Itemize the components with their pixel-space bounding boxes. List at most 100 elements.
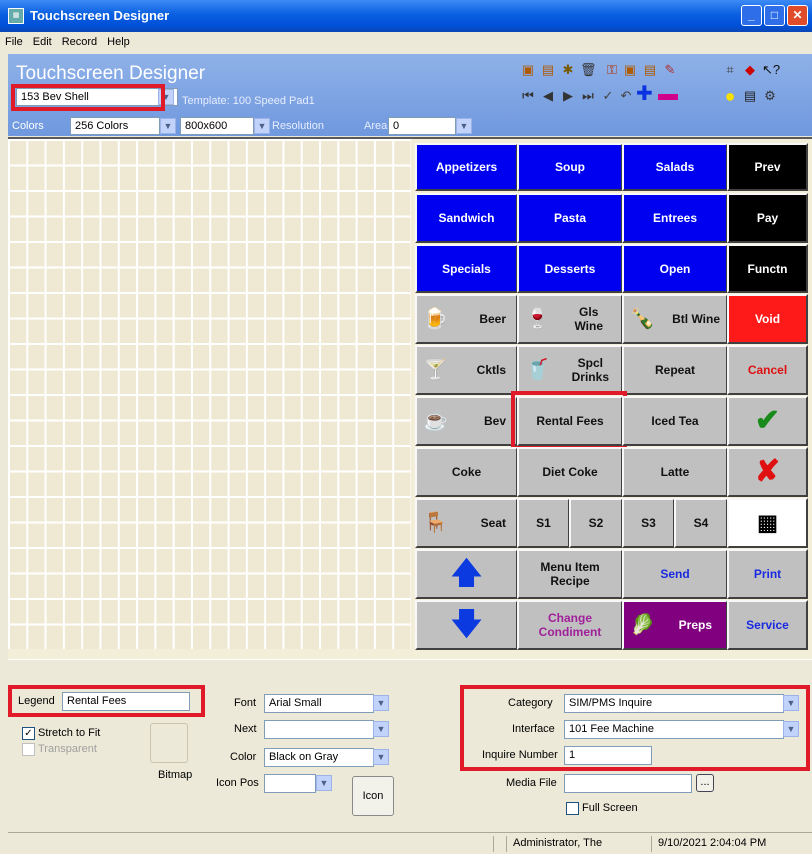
reject-button[interactable]: ✘ — [727, 447, 808, 497]
chevron-down-icon[interactable]: ▼ — [783, 695, 799, 711]
area-select[interactable]: 0 — [388, 117, 456, 135]
eraser-icon[interactable]: ✎ — [662, 62, 678, 78]
shell-select[interactable]: 153 Bev Shell — [16, 88, 178, 106]
first-record-icon[interactable]: ⏮ — [520, 88, 536, 104]
next-select[interactable] — [264, 720, 374, 739]
repeat-button[interactable]: Repeat — [622, 345, 728, 395]
scroll-down-button[interactable]: 🡇 — [415, 600, 518, 650]
appetizers-button[interactable]: Appetizers — [415, 143, 518, 191]
scroll-up-button[interactable]: 🡅 — [415, 549, 518, 599]
entrees-button[interactable]: Entrees — [622, 193, 728, 243]
diet-coke-button[interactable]: Diet Coke — [517, 447, 623, 497]
colors-select[interactable]: 256 Colors — [70, 117, 160, 135]
soup-button[interactable]: Soup — [517, 143, 623, 191]
eraser-tool-icon[interactable]: ◆ — [742, 62, 758, 78]
color-select[interactable]: Black on Gray — [264, 748, 374, 767]
cktls-button[interactable]: 🍸 Cktls — [415, 345, 518, 395]
resolution-select[interactable]: 800x600 — [180, 117, 254, 135]
chevron-down-icon[interactable]: ▼ — [158, 89, 174, 105]
gls-wine-button[interactable]: 🍷 Gls Wine — [517, 294, 623, 344]
preps-button[interactable]: 🥬 Preps — [622, 600, 728, 650]
sandwich-button[interactable]: Sandwich — [415, 193, 518, 243]
chevron-down-icon[interactable]: ▼ — [456, 118, 472, 134]
form-icon[interactable]: ▤ — [742, 88, 758, 104]
send-button[interactable]: Send — [622, 549, 728, 599]
chevron-down-icon[interactable]: ▼ — [160, 118, 176, 134]
copy-icon[interactable]: ▣ — [520, 62, 536, 78]
close-button[interactable]: ✕ — [787, 5, 808, 26]
s3-button[interactable]: S3 — [622, 498, 675, 548]
paste-screen-icon[interactable]: ▤ — [642, 62, 658, 78]
stretch-checkbox[interactable]: ✓ — [22, 727, 35, 740]
latte-button[interactable]: Latte — [622, 447, 728, 497]
legend-input[interactable]: Rental Fees — [62, 692, 190, 711]
s4-button[interactable]: S4 — [674, 498, 728, 548]
bev-button[interactable]: ☕ Bev — [415, 396, 518, 446]
settings-icon[interactable]: ⚙ — [762, 88, 778, 104]
void-button[interactable]: Void — [727, 294, 808, 344]
fullscreen-checkbox[interactable] — [566, 802, 579, 815]
open-button[interactable]: Open — [622, 244, 728, 293]
menu-record[interactable]: Record — [57, 33, 102, 48]
last-record-icon[interactable]: ⏭ — [580, 88, 596, 104]
specials-button[interactable]: Specials — [415, 244, 518, 293]
spcl-drinks-button[interactable]: 🥤 Spcl Drinks — [517, 345, 623, 395]
undo-icon[interactable]: ↶ — [618, 88, 634, 104]
keypad-button[interactable]: ▦ — [727, 498, 808, 548]
functn-button[interactable]: Functn — [727, 244, 808, 293]
pasta-button[interactable]: Pasta — [517, 193, 623, 243]
key-icon[interactable]: ⚿ — [604, 62, 620, 78]
prev-button[interactable]: Prev — [727, 143, 808, 191]
menu-edit[interactable]: Edit — [28, 33, 57, 48]
icon-button[interactable]: Icon — [352, 776, 394, 816]
media-file-input[interactable] — [564, 774, 692, 793]
font-select[interactable]: Arial Small — [264, 694, 374, 713]
help-pointer-icon[interactable]: ↖? — [762, 62, 780, 78]
trash-icon[interactable]: 🗑 — [580, 62, 597, 78]
rental-fees-button[interactable]: Rental Fees — [517, 396, 623, 446]
category-select[interactable]: SIM/PMS Inquire — [564, 694, 784, 713]
menu-item-recipe-button[interactable]: Menu Item Recipe — [517, 549, 623, 599]
bitmap-preview[interactable] — [150, 723, 188, 763]
maximize-button[interactable]: □ — [764, 5, 785, 26]
chevron-down-icon[interactable]: ▼ — [373, 749, 389, 765]
cancel-button[interactable]: Cancel — [727, 345, 808, 395]
chevron-down-icon[interactable]: ▼ — [316, 775, 332, 791]
browse-button[interactable]: ... — [696, 774, 714, 792]
remove-icon[interactable]: ▬ — [658, 84, 678, 104]
prev-record-icon[interactable]: ◀ — [540, 88, 556, 104]
chevron-down-icon[interactable]: ▼ — [373, 695, 389, 711]
print-button[interactable]: Print — [727, 549, 808, 599]
salads-button[interactable]: Salads — [622, 143, 728, 191]
wizard-icon[interactable]: ✱ — [560, 62, 576, 78]
desserts-button[interactable]: Desserts — [517, 244, 623, 293]
s2-button[interactable]: S2 — [569, 498, 623, 548]
layout-grid[interactable] — [8, 139, 411, 649]
next-record-icon[interactable]: ▶ — [560, 88, 576, 104]
beer-button[interactable]: 🍺 Beer — [415, 294, 518, 344]
inquire-number-input[interactable]: 1 — [564, 746, 652, 765]
service-button[interactable]: Service — [727, 600, 808, 650]
s1-button[interactable]: S1 — [517, 498, 570, 548]
interface-select[interactable]: 101 Fee Machine — [564, 720, 784, 739]
chevron-down-icon[interactable]: ▼ — [254, 118, 270, 134]
coke-button[interactable]: Coke — [415, 447, 518, 497]
menu-help[interactable]: Help — [102, 33, 135, 48]
check-icon[interactable]: ✓ — [600, 88, 616, 104]
paste-icon[interactable]: ▤ — [540, 62, 556, 78]
add-icon[interactable]: ✚ — [636, 84, 653, 104]
minimize-button[interactable]: _ — [741, 5, 762, 26]
menu-file[interactable]: File — [0, 33, 28, 48]
btl-wine-button[interactable]: 🍾 Btl Wine — [622, 294, 728, 344]
change-condiment-button[interactable]: Change Condiment — [517, 600, 623, 650]
chevron-down-icon[interactable]: ▼ — [783, 721, 799, 737]
binoculars-icon[interactable]: ⌗ — [722, 62, 738, 78]
seat-button[interactable]: 🪑 Seat — [415, 498, 518, 548]
pay-button[interactable]: Pay — [727, 193, 808, 243]
light-icon[interactable]: ● — [722, 87, 738, 105]
copy-screen-icon[interactable]: ▣ — [622, 62, 638, 78]
iced-tea-button[interactable]: Iced Tea — [622, 396, 728, 446]
iconpos-select[interactable] — [264, 774, 316, 793]
confirm-button[interactable]: ✔ — [727, 396, 808, 446]
chevron-down-icon[interactable]: ▼ — [373, 721, 389, 737]
